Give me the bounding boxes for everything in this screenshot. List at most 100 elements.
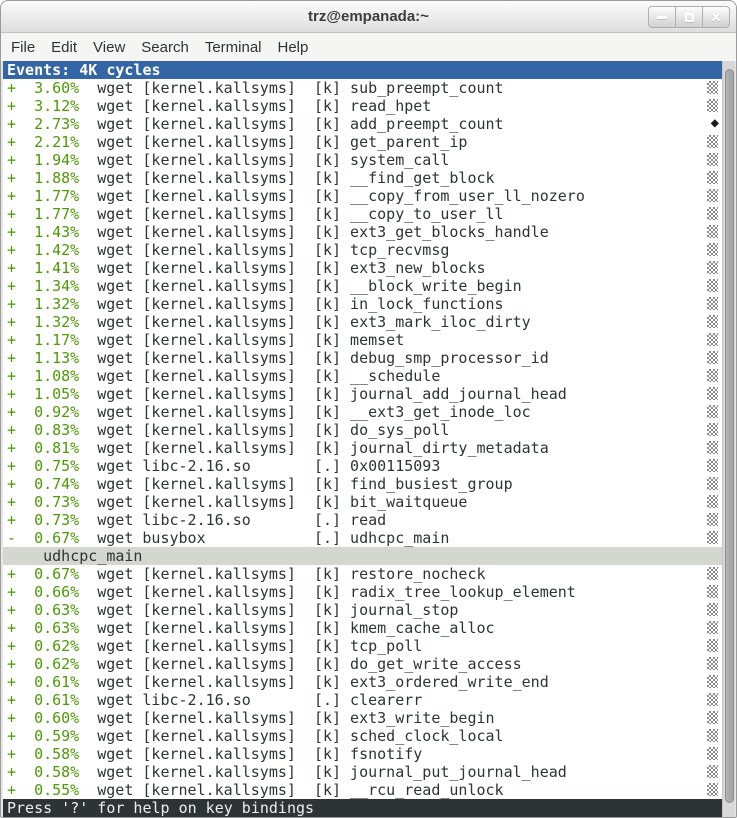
table-row[interactable]: +1.17%wget[kernel.kallsyms][k]memset (3, 331, 722, 349)
table-row[interactable]: +0.81%wget[kernel.kallsyms][k]journal_di… (3, 439, 722, 457)
titlebar[interactable]: trz@empanada:~ ✕ (1, 1, 736, 33)
row-expander: + (7, 709, 16, 727)
terminal-screen[interactable]: Events: 4K cycles +3.60%wget[kernel.kall… (3, 61, 722, 817)
row-overhead: 1.08% (34, 367, 79, 385)
table-row[interactable]: +0.62%wget[kernel.kallsyms][k]tcp_poll (3, 637, 722, 655)
row-dso: [kernel.kallsyms] (142, 205, 296, 223)
table-row[interactable]: +1.41%wget[kernel.kallsyms][k]ext3_new_b… (3, 259, 722, 277)
table-row[interactable]: +0.62%wget[kernel.kallsyms][k]do_get_wri… (3, 655, 722, 673)
row-command: wget (97, 421, 133, 439)
table-row[interactable]: +1.08%wget[kernel.kallsyms][k]__schedule (3, 367, 722, 385)
row-dso: [kernel.kallsyms] (142, 583, 296, 601)
table-row[interactable]: +0.75%wgetlibc-2.16.so[.]0x00115093 (3, 457, 722, 475)
row-symbol-type: [k] (314, 493, 341, 511)
row-symbol: ext3_write_begin (350, 709, 495, 727)
menu-item-search[interactable]: Search (133, 39, 197, 56)
maximize-button[interactable] (675, 6, 703, 28)
table-row[interactable]: +0.60%wget[kernel.kallsyms][k]ext3_write… (3, 709, 722, 727)
table-row[interactable]: +1.13%wget[kernel.kallsyms][k]debug_smp_… (3, 349, 722, 367)
row-symbol: memset (350, 331, 404, 349)
table-row[interactable]: +0.73%wget[kernel.kallsyms][k]bit_waitqu… (3, 493, 722, 511)
table-row[interactable]: udhcpc_main (3, 547, 722, 565)
table-row[interactable]: +0.73%wgetlibc-2.16.so[.]read (3, 511, 722, 529)
table-row[interactable]: +1.32%wget[kernel.kallsyms][k]in_lock_fu… (3, 295, 722, 313)
table-row[interactable]: +1.05%wget[kernel.kallsyms][k]journal_ad… (3, 385, 722, 403)
table-row[interactable]: +0.59%wget[kernel.kallsyms][k]sched_cloc… (3, 727, 722, 745)
tui-scroll-checker-icon (707, 747, 718, 760)
table-row[interactable]: +3.12%wget[kernel.kallsyms][k]read_hpet (3, 97, 722, 115)
table-row[interactable]: +1.77%wget[kernel.kallsyms][k]__copy_to_… (3, 205, 722, 223)
table-row[interactable]: +2.73%wget[kernel.kallsyms][k]add_preemp… (3, 115, 722, 133)
row-symbol-type: [k] (314, 295, 341, 313)
row-symbol-type: [k] (314, 223, 341, 241)
menu-item-edit[interactable]: Edit (43, 39, 85, 56)
row-expander: + (7, 349, 16, 367)
minimize-icon (657, 16, 667, 19)
table-row[interactable]: -0.67%wgetbusybox[.]udhcpc_main (3, 529, 722, 547)
row-expander: + (7, 277, 16, 295)
row-command: wget (97, 277, 133, 295)
table-row[interactable]: +0.61%wgetlibc-2.16.so[.]clearerr (3, 691, 722, 709)
row-overhead: 0.92% (34, 403, 79, 421)
table-row[interactable]: +0.66%wget[kernel.kallsyms][k]radix_tree… (3, 583, 722, 601)
row-overhead: 0.67% (34, 565, 79, 583)
menu-item-help[interactable]: Help (270, 39, 317, 56)
row-symbol-type: [k] (314, 673, 341, 691)
row-symbol-type: [k] (314, 187, 341, 205)
row-symbol-type: [k] (314, 781, 341, 799)
tui-scroll-checker-icon (707, 585, 718, 598)
row-overhead: 0.58% (34, 763, 79, 781)
table-row[interactable]: +0.58%wget[kernel.kallsyms][k]fsnotify (3, 745, 722, 763)
tui-scroll-checker-icon (707, 639, 718, 652)
table-row[interactable]: +1.94%wget[kernel.kallsyms][k]system_cal… (3, 151, 722, 169)
tui-scroll-checker-icon (707, 207, 718, 220)
row-expander: + (7, 115, 16, 133)
table-row[interactable]: +0.63%wget[kernel.kallsyms][k]kmem_cache… (3, 619, 722, 637)
row-symbol: debug_smp_processor_id (350, 349, 549, 367)
tui-scroll-checker-icon (707, 513, 718, 526)
terminal-scrollbar[interactable] (722, 61, 735, 817)
row-symbol: system_call (350, 151, 449, 169)
row-command: wget (97, 709, 133, 727)
row-symbol-type: [k] (314, 331, 341, 349)
table-row[interactable]: +1.77%wget[kernel.kallsyms][k]__copy_fro… (3, 187, 722, 205)
tui-scroll-checker-icon (707, 243, 718, 256)
row-symbol: ext3_ordered_write_end (350, 673, 549, 691)
scrollbar-thumb[interactable] (725, 69, 734, 803)
table-row[interactable]: +0.67%wget[kernel.kallsyms][k]restore_no… (3, 565, 722, 583)
table-row[interactable]: +0.61%wget[kernel.kallsyms][k]ext3_order… (3, 673, 722, 691)
row-overhead: 0.60% (34, 709, 79, 727)
table-row[interactable]: +1.88%wget[kernel.kallsyms][k]__find_get… (3, 169, 722, 187)
table-row[interactable]: +3.60%wget[kernel.kallsyms][k]sub_preemp… (3, 79, 722, 97)
table-row[interactable]: +0.83%wget[kernel.kallsyms][k]do_sys_pol… (3, 421, 722, 439)
menu-item-terminal[interactable]: Terminal (197, 39, 270, 56)
row-command: wget (97, 745, 133, 763)
table-row[interactable]: +2.21%wget[kernel.kallsyms][k]get_parent… (3, 133, 722, 151)
table-row[interactable]: +1.34%wget[kernel.kallsyms][k]__block_wr… (3, 277, 722, 295)
table-row[interactable]: +0.58%wget[kernel.kallsyms][k]journal_pu… (3, 763, 722, 781)
row-expander: + (7, 727, 16, 745)
table-row[interactable]: +1.42%wget[kernel.kallsyms][k]tcp_recvms… (3, 241, 722, 259)
tui-scroll-checker-icon (707, 405, 718, 418)
row-overhead: 0.73% (34, 511, 79, 529)
table-row[interactable]: +1.43%wget[kernel.kallsyms][k]ext3_get_b… (3, 223, 722, 241)
row-dso: [kernel.kallsyms] (142, 277, 296, 295)
row-command: wget (97, 79, 133, 97)
row-symbol-type: [k] (314, 745, 341, 763)
row-expander: + (7, 745, 16, 763)
close-button[interactable]: ✕ (702, 6, 730, 28)
menu-item-view[interactable]: View (85, 39, 133, 56)
row-symbol-type: [k] (314, 619, 341, 637)
table-row[interactable]: +1.32%wget[kernel.kallsyms][k]ext3_mark_… (3, 313, 722, 331)
minimize-button[interactable] (648, 6, 676, 28)
tui-scroll-checker-icon (707, 225, 718, 238)
table-row[interactable]: +0.63%wget[kernel.kallsyms][k]journal_st… (3, 601, 722, 619)
menu-item-file[interactable]: File (3, 39, 43, 56)
tui-scroll-checker-icon (707, 135, 718, 148)
table-row[interactable]: +0.92%wget[kernel.kallsyms][k]__ext3_get… (3, 403, 722, 421)
row-command: wget (97, 583, 133, 601)
table-row[interactable]: +0.74%wget[kernel.kallsyms][k]find_busie… (3, 475, 722, 493)
row-symbol-type: [k] (314, 709, 341, 727)
row-expander: + (7, 493, 16, 511)
table-row[interactable]: +0.55%wget[kernel.kallsyms][k]__rcu_read… (3, 781, 722, 799)
